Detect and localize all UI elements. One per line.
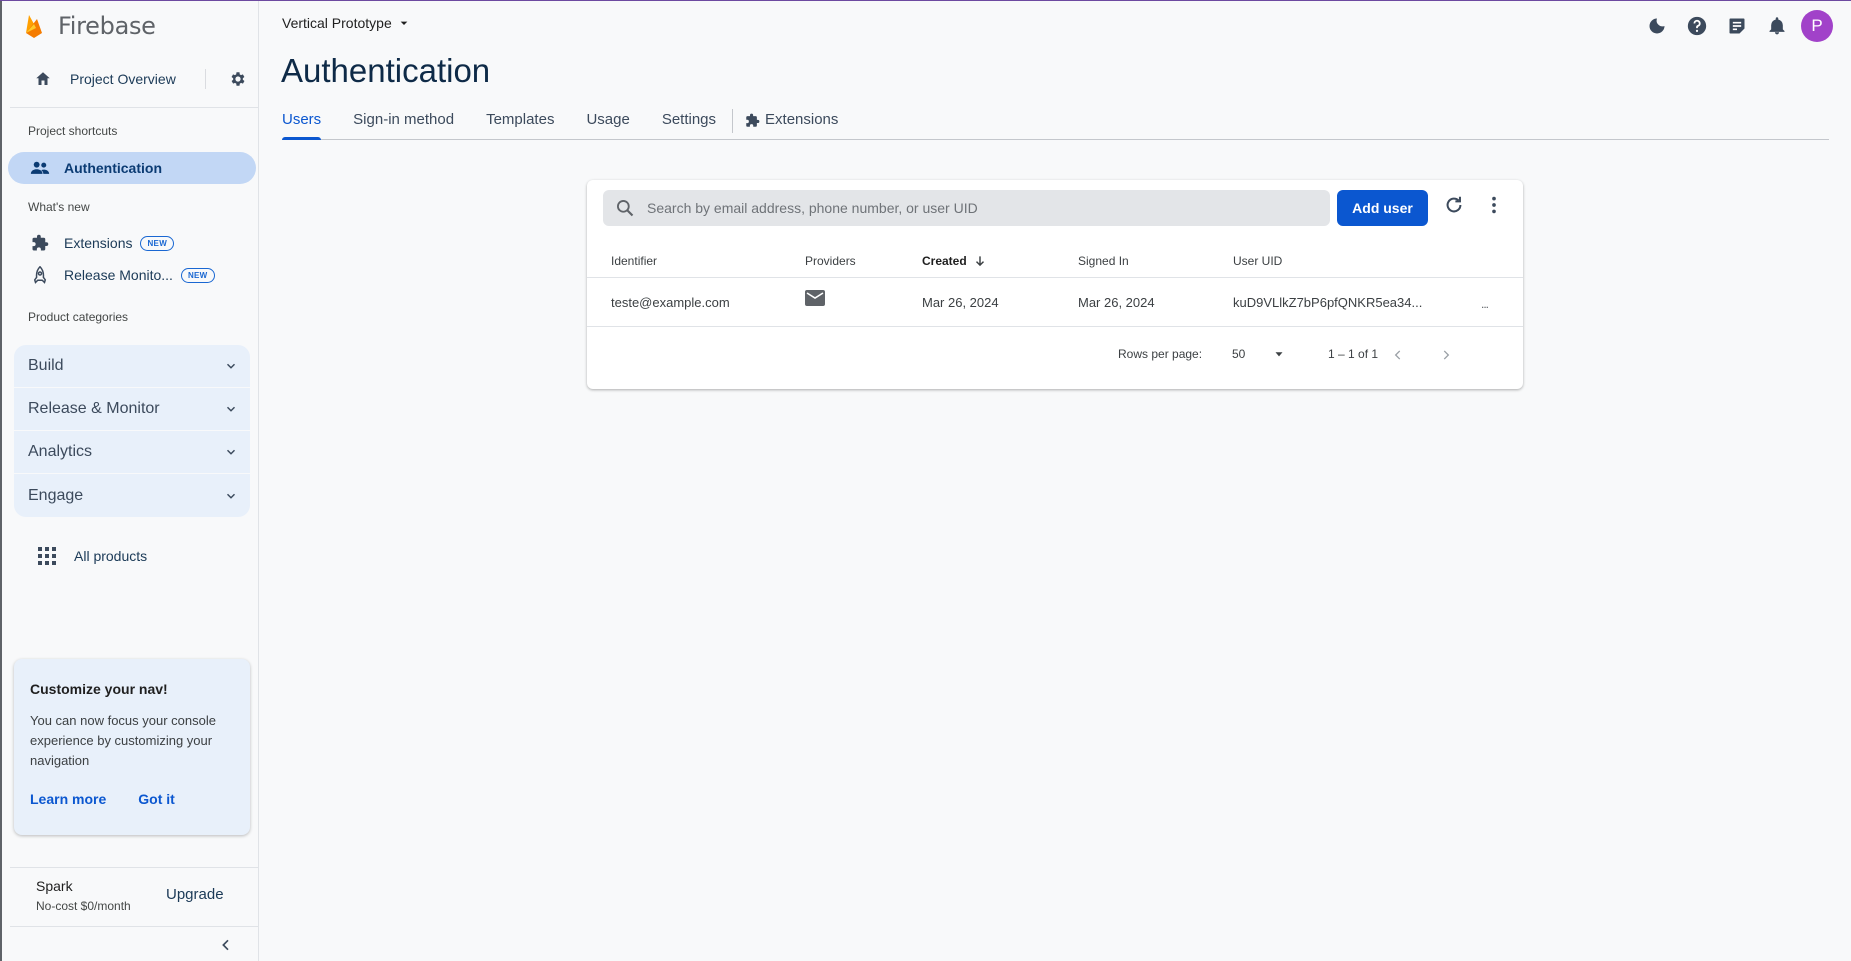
- tab-label: Extensions: [765, 111, 839, 128]
- new-badge: NEW: [180, 267, 215, 283]
- table-row[interactable]: teste@example.com Mar 26, 2024 Mar 26, 2…: [587, 278, 1523, 327]
- search-bar: [603, 190, 1330, 226]
- promo-title: Customize your nav!: [30, 681, 168, 697]
- release-notes-icon[interactable]: [1717, 10, 1757, 42]
- chevron-down-icon: [226, 493, 236, 499]
- rows-per-page-label: Rows per page:: [1118, 347, 1203, 361]
- new-badge: NEW: [140, 235, 175, 251]
- plan-name: Spark: [36, 878, 73, 894]
- category-release-monitor[interactable]: Release & Monitor: [14, 388, 250, 431]
- tab-users[interactable]: Users: [282, 101, 322, 140]
- caret-down-icon: [400, 21, 408, 25]
- brand[interactable]: Firebase: [24, 11, 156, 41]
- rocket-icon: [28, 266, 52, 284]
- table-header: Identifier Providers Created Signed In U…: [587, 244, 1523, 278]
- column-providers: Providers: [805, 254, 856, 268]
- notifications-bell-icon[interactable]: [1757, 10, 1797, 42]
- project-overview-link[interactable]: Project Overview: [70, 71, 205, 87]
- home-icon[interactable]: [26, 70, 60, 88]
- promo-body: You can now focus your console experienc…: [30, 713, 216, 768]
- column-identifier[interactable]: Identifier: [611, 254, 657, 268]
- settings-gear-icon[interactable]: [224, 70, 252, 88]
- divider: [10, 107, 258, 108]
- sidebar-item-label: Release Monito...: [64, 267, 173, 283]
- chevron-down-icon: [226, 449, 236, 455]
- brand-name: Firebase: [58, 12, 156, 40]
- caret-down-icon: [1275, 352, 1283, 357]
- all-products-label: All products: [74, 548, 148, 564]
- more-vert-icon[interactable]: [1484, 194, 1504, 221]
- all-products-link[interactable]: All products: [38, 541, 147, 571]
- sidebar: Firebase Project Overview Project shortc…: [0, 1, 259, 961]
- product-categories-label: Product categories: [28, 310, 129, 324]
- column-created-label: Created: [922, 254, 967, 268]
- search-input[interactable]: [647, 200, 1307, 216]
- tab-usage[interactable]: Usage: [586, 101, 629, 139]
- project-selector[interactable]: Vertical Prototype: [282, 15, 412, 31]
- help-icon[interactable]: [1677, 10, 1717, 42]
- user-avatar[interactable]: P: [1801, 10, 1833, 42]
- refresh-icon[interactable]: [1443, 194, 1465, 221]
- plan-panel: Spark No-cost $0/month Upgrade: [10, 867, 258, 927]
- plan-description: No-cost $0/month: [36, 899, 131, 913]
- row-overflow-menu[interactable]: ...: [1481, 297, 1489, 311]
- top-actions: P: [1637, 10, 1833, 42]
- category-label: Build: [28, 357, 64, 374]
- project-shortcuts-label: Project shortcuts: [28, 124, 118, 138]
- people-icon: [28, 160, 52, 176]
- cell-created: Mar 26, 2024: [922, 295, 999, 310]
- column-signed-in[interactable]: Signed In: [1078, 254, 1129, 268]
- tab-divider: [732, 109, 734, 133]
- search-icon: [603, 198, 647, 218]
- sidebar-item-label: Extensions: [64, 235, 133, 251]
- category-group: Build Release & Monitor Analytics Engage: [14, 345, 250, 517]
- rows-per-page-select[interactable]: 50: [1232, 344, 1286, 364]
- learn-more-link[interactable]: Learn more: [30, 791, 106, 807]
- tab-extensions[interactable]: Extensions: [745, 101, 838, 139]
- puzzle-icon: [28, 234, 52, 252]
- column-user-uid: User UID: [1233, 254, 1283, 268]
- divider: [205, 69, 206, 89]
- upgrade-button[interactable]: Upgrade: [166, 886, 224, 903]
- category-label: Release & Monitor: [28, 400, 160, 417]
- whats-new-label: What's new: [28, 200, 90, 214]
- tab-settings[interactable]: Settings: [662, 101, 716, 139]
- cell-signed-in: Mar 26, 2024: [1078, 295, 1155, 310]
- project-name: Vertical Prototype: [282, 15, 392, 31]
- users-table-card: Add user Identifier Providers Created Si…: [587, 180, 1523, 389]
- puzzle-icon: [746, 113, 760, 127]
- tab-bar: Users Sign-in method Templates Usage Set…: [282, 101, 1829, 140]
- mail-icon: [805, 290, 825, 309]
- sidebar-item-authentication[interactable]: Authentication: [8, 152, 256, 184]
- page-title: Authentication: [281, 52, 491, 89]
- category-label: Analytics: [28, 443, 93, 460]
- previous-page-chevron-left-icon[interactable]: [1386, 343, 1410, 367]
- firebase-logo-icon: [26, 15, 42, 38]
- add-user-button[interactable]: Add user: [1337, 190, 1428, 226]
- sidebar-item-extensions[interactable]: Extensions NEW: [8, 227, 256, 259]
- pagination-range: 1 – 1 of 1: [1328, 347, 1379, 361]
- chevron-down-icon: [226, 363, 236, 369]
- apps-grid-icon: [38, 547, 56, 565]
- tab-templates[interactable]: Templates: [486, 101, 554, 139]
- next-page-chevron-right-icon[interactable]: [1434, 343, 1458, 367]
- category-engage[interactable]: Engage: [14, 474, 250, 517]
- cell-identifier: teste@example.com: [611, 295, 730, 310]
- cell-user-uid: kuD9VLlkZ7bP6pfQNKR5ea34...: [1233, 295, 1423, 310]
- arrow-down-sort-icon: [975, 256, 984, 267]
- category-analytics[interactable]: Analytics: [14, 431, 250, 474]
- collapse-sidebar-chevron-left-icon[interactable]: [218, 937, 234, 958]
- column-created[interactable]: Created: [922, 254, 987, 268]
- category-label: Engage: [28, 486, 84, 504]
- tab-sign-in-method[interactable]: Sign-in method: [353, 101, 454, 139]
- rows-per-page-value: 50: [1232, 347, 1246, 361]
- chevron-down-icon: [226, 406, 236, 412]
- dark-mode-moon-icon[interactable]: [1637, 10, 1677, 42]
- project-overview-row: Project Overview: [10, 59, 252, 99]
- sidebar-item-label: Authentication: [64, 160, 162, 176]
- got-it-button[interactable]: Got it: [138, 791, 175, 807]
- sidebar-item-release-monitoring[interactable]: Release Monito... NEW: [8, 259, 256, 291]
- customize-nav-promo: Customize your nav! You can now focus yo…: [14, 659, 250, 835]
- category-build[interactable]: Build: [14, 345, 250, 388]
